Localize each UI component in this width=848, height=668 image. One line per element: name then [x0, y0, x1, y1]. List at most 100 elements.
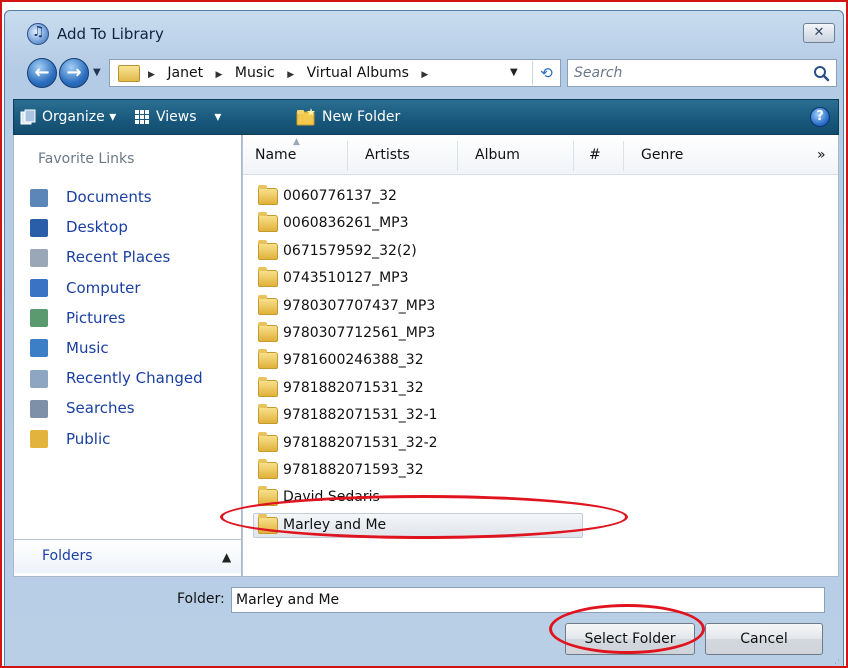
navigation-row: ← → ▼ ▶ Janet ▶ Music ▶ Virtual Albums ▶…	[5, 55, 843, 91]
folder-icon	[258, 212, 278, 233]
select-folder-button[interactable]: Select Folder	[565, 623, 695, 655]
breadcrumb-item-virtual-albums[interactable]: Virtual Albums	[307, 65, 409, 81]
column-headers: ▲ Name Artists Album # Genre »	[243, 135, 838, 175]
sidebar-item-label: Public	[66, 429, 111, 448]
list-item[interactable]: 0060836261_MP3	[243, 210, 803, 237]
address-bar[interactable]: ▶ Janet ▶ Music ▶ Virtual Albums ▶ ▼ ⟲	[109, 59, 561, 87]
address-dropdown-icon[interactable]: ▼	[510, 67, 518, 78]
more-columns-icon[interactable]: »	[817, 147, 826, 163]
breadcrumb-item-music[interactable]: Music	[235, 65, 275, 81]
organize-button[interactable]: Organize ▾	[20, 100, 116, 134]
organize-icon	[20, 109, 36, 125]
folder-icon	[258, 376, 278, 397]
computer-icon	[30, 279, 48, 298]
documents-icon	[30, 188, 48, 207]
media-player-icon	[27, 23, 49, 45]
pictures-icon	[30, 309, 48, 328]
folder-icon	[258, 185, 278, 205]
breadcrumb-separator-icon[interactable]: ▶	[216, 70, 223, 80]
breadcrumb-separator-icon: ▶	[148, 70, 155, 80]
folder-icon	[258, 294, 278, 315]
folder-name: 0743510127_MP3	[283, 270, 409, 287]
views-grid-icon	[135, 110, 149, 124]
views-button[interactable]: Views ▾	[134, 100, 221, 134]
folder-icon	[258, 321, 278, 342]
add-to-library-dialog: Add To Library ✕ ← → ▼ ▶ Janet ▶ Music ▶…	[4, 10, 844, 668]
folder-name: Marley and Me	[283, 516, 387, 533]
sidebar-item-public[interactable]: Public	[30, 426, 203, 456]
new-folder-label: New Folder	[322, 109, 401, 125]
back-button[interactable]: ←	[27, 58, 57, 88]
list-item[interactable]: 9781882071531_32-2	[243, 430, 803, 457]
sidebar-item-music[interactable]: Music	[30, 335, 203, 365]
folder-field[interactable]	[231, 587, 825, 613]
folder-name: 9781882071531_32-2	[283, 434, 438, 451]
search-icon[interactable]	[812, 64, 832, 84]
column-header-album[interactable]: Album	[475, 147, 520, 163]
search-input[interactable]	[574, 64, 794, 82]
column-header-track-number[interactable]: #	[589, 147, 601, 163]
refresh-icon[interactable]: ⟲	[532, 61, 560, 85]
folder-icon	[258, 404, 278, 425]
list-item[interactable]: 9781882071531_32-1	[243, 402, 803, 429]
sidebar-item-recent-places[interactable]: Recent Places	[30, 244, 203, 274]
sidebar-item-desktop[interactable]: Desktop	[30, 214, 203, 244]
column-header-genre[interactable]: Genre	[641, 147, 683, 163]
list-item[interactable]: 9781882071593_32	[243, 457, 803, 484]
title-bar[interactable]: Add To Library ✕	[5, 11, 843, 47]
folder-icon	[258, 239, 278, 260]
list-item[interactable]: 0671579592_32(2)	[243, 238, 803, 265]
list-item-selected[interactable]: Marley and Me	[243, 512, 803, 539]
sidebar-item-pictures[interactable]: Pictures	[30, 305, 203, 335]
new-folder-icon	[296, 108, 315, 126]
folder-icon	[258, 431, 278, 452]
file-list-pane: ▲ Name Artists Album # Genre » 006077613…	[242, 135, 839, 577]
list-item[interactable]: 0743510127_MP3	[243, 265, 803, 292]
cancel-button[interactable]: Cancel	[705, 623, 823, 655]
list-item[interactable]: 9780307707437_MP3	[243, 293, 803, 320]
navigation-pane: Favorite Links Documents Desktop Recent …	[13, 135, 242, 577]
list-item[interactable]: 9781600246388_32	[243, 347, 803, 374]
views-dropdown-icon: ▾	[200, 109, 222, 125]
sidebar-item-label: Recently Changed	[66, 369, 203, 388]
close-button[interactable]: ✕	[803, 23, 835, 43]
column-divider[interactable]	[347, 141, 348, 171]
public-folder-icon	[30, 430, 48, 448]
list-item[interactable]: David Sedaris	[243, 484, 803, 511]
new-folder-button[interactable]: New Folder	[296, 100, 400, 134]
searches-icon	[30, 399, 48, 418]
breadcrumb-separator-icon[interactable]: ▶	[421, 70, 428, 80]
views-label: Views	[156, 109, 197, 125]
folders-toggle[interactable]: Folders ▲	[14, 539, 241, 573]
column-header-artists[interactable]: Artists	[365, 147, 410, 163]
folder-name: 9781882071531_32	[283, 379, 424, 396]
sidebar-item-label: Computer	[66, 278, 141, 297]
resize-grip-icon[interactable]: ⋰	[831, 659, 840, 668]
forward-button[interactable]: →	[59, 58, 89, 88]
breadcrumb-separator-icon[interactable]: ▶	[287, 70, 294, 80]
folder-icon	[258, 267, 278, 288]
help-icon[interactable]: ?	[810, 107, 830, 127]
column-divider[interactable]	[573, 141, 574, 171]
search-box[interactable]	[567, 59, 837, 87]
sidebar-item-recently-changed[interactable]: Recently Changed	[30, 365, 203, 395]
music-icon	[30, 339, 48, 358]
list-item[interactable]: 9781882071531_32	[243, 375, 803, 402]
column-divider[interactable]	[623, 141, 624, 171]
recent-places-icon	[30, 248, 48, 267]
organize-label: Organize	[42, 109, 105, 125]
folder-field-label: Folder:	[177, 591, 225, 607]
breadcrumb-item-janet[interactable]: Janet	[167, 65, 203, 81]
sidebar-item-documents[interactable]: Documents	[30, 184, 203, 214]
list-item[interactable]: 9780307712561_MP3	[243, 320, 803, 347]
recent-pages-dropdown-icon[interactable]: ▼	[93, 67, 101, 78]
folder-name: David Sedaris	[283, 489, 380, 506]
sidebar-item-searches[interactable]: Searches	[30, 395, 203, 425]
column-divider[interactable]	[457, 141, 458, 171]
folder-name: 0671579592_32(2)	[283, 242, 417, 259]
list-item[interactable]: 0060776137_32	[243, 183, 803, 210]
desktop-icon	[30, 218, 48, 237]
column-header-name[interactable]: Name	[255, 147, 296, 163]
recently-changed-icon	[30, 369, 48, 388]
sidebar-item-computer[interactable]: Computer	[30, 275, 203, 305]
